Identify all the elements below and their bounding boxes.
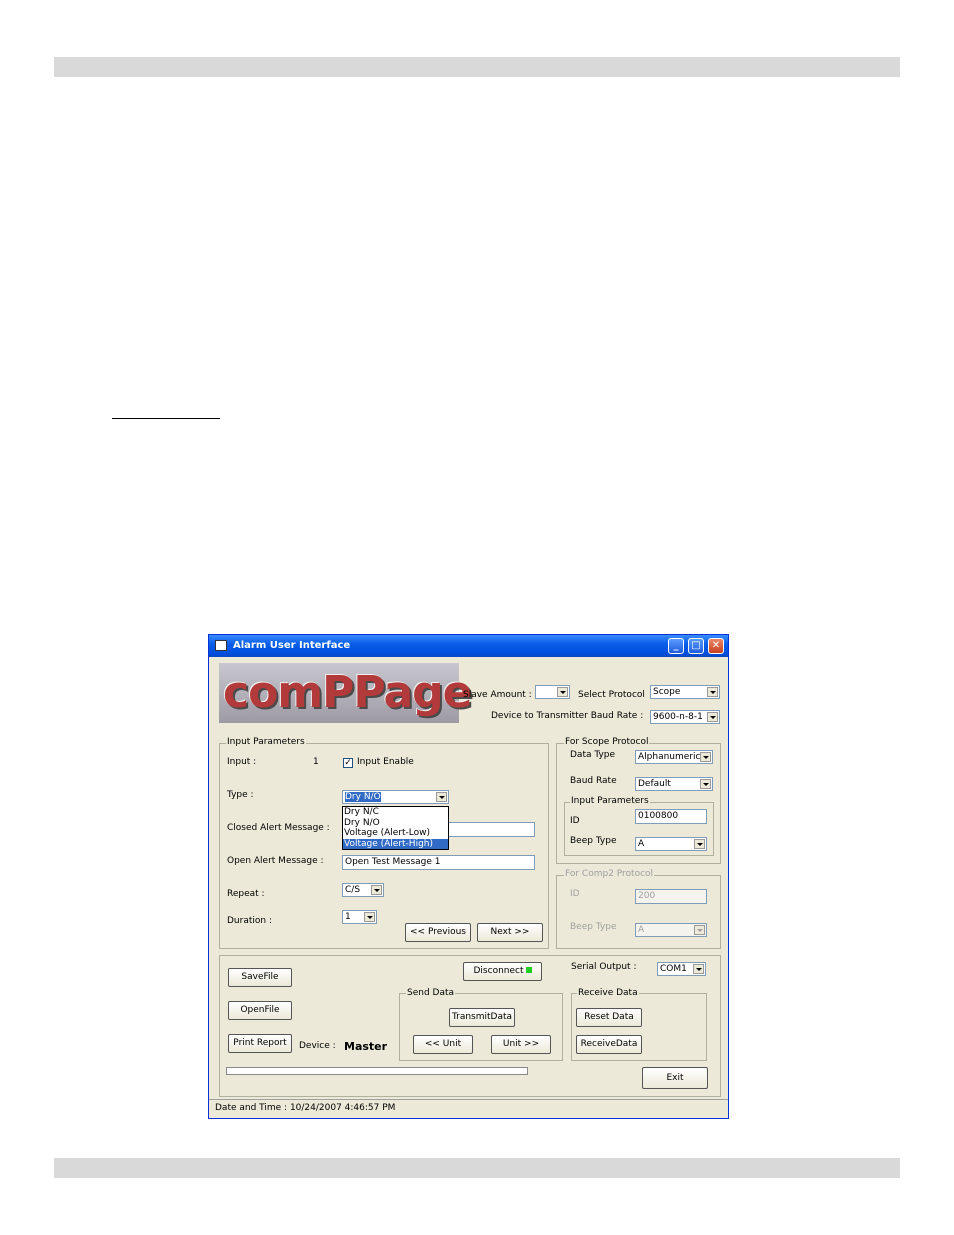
type-label: Type : bbox=[227, 790, 254, 800]
send-data-title: Send Data bbox=[406, 988, 456, 998]
disconnect-label: Disconnect bbox=[473, 966, 524, 976]
baud-rate-select[interactable]: 9600-n-8-1 bbox=[650, 710, 720, 724]
title-bar[interactable]: Alarm User Interface _ □ ✕ bbox=[209, 635, 728, 657]
receive-data-button[interactable]: ReceiveData bbox=[576, 1035, 642, 1054]
duration-select[interactable]: 1 bbox=[342, 910, 377, 924]
input-number: 1 bbox=[313, 757, 319, 767]
chevron-down-icon[interactable] bbox=[707, 687, 718, 697]
dropdown-option[interactable]: Dry N/C bbox=[343, 807, 448, 818]
chevron-down-icon[interactable] bbox=[694, 925, 705, 935]
alarm-user-interface-window: Alarm User Interface _ □ ✕ comPPage Slav… bbox=[208, 634, 729, 1119]
serial-output-select[interactable]: COM1 bbox=[657, 962, 706, 976]
print-report-button[interactable]: Print Report bbox=[228, 1034, 292, 1053]
chevron-down-icon[interactable] bbox=[436, 792, 447, 802]
data-type-select[interactable]: Alphanumeric bbox=[635, 750, 713, 764]
save-file-button[interactable]: SaveFile bbox=[228, 968, 292, 987]
chevron-down-icon[interactable] bbox=[700, 752, 711, 762]
duration-label: Duration : bbox=[227, 916, 272, 926]
chevron-down-icon[interactable] bbox=[364, 912, 375, 922]
exit-button[interactable]: Exit bbox=[642, 1067, 708, 1089]
type-select[interactable]: Dry N/O bbox=[342, 790, 449, 804]
comp2-beep-label: Beep Type bbox=[570, 922, 617, 932]
comp2-id-input[interactable]: 200 bbox=[635, 889, 707, 904]
open-file-button[interactable]: OpenFile bbox=[228, 1001, 292, 1020]
comp2-id-label: ID bbox=[570, 889, 580, 899]
protocol-select[interactable]: Scope bbox=[650, 685, 720, 699]
open-alert-input[interactable]: Open Test Message 1 bbox=[342, 855, 535, 870]
open-alert-label: Open Alert Message : bbox=[227, 856, 324, 866]
status-bar: Date and Time : 10/24/2007 4:46:57 PM bbox=[209, 1099, 728, 1118]
dropdown-option-selected[interactable]: Voltage (Alert-High) bbox=[343, 838, 448, 849]
minimize-button[interactable]: _ bbox=[668, 638, 684, 654]
next-button[interactable]: Next >> bbox=[477, 923, 543, 942]
dropdown-option[interactable]: Dry N/O bbox=[343, 818, 448, 829]
select-protocol-label: Select Protocol bbox=[578, 690, 645, 700]
page-header-bar bbox=[54, 57, 900, 77]
input-enable-checkbox[interactable]: ✓ bbox=[343, 758, 353, 768]
window-title: Alarm User Interface bbox=[233, 640, 351, 651]
reset-data-button[interactable]: Reset Data bbox=[576, 1008, 642, 1027]
input-label: Input : bbox=[227, 757, 257, 767]
connection-status-icon bbox=[525, 967, 532, 973]
slave-amount-label: Slave Amount : bbox=[463, 690, 532, 700]
scope-id-label: ID bbox=[570, 816, 580, 826]
unit-next-button[interactable]: Unit >> bbox=[491, 1035, 551, 1054]
scope-protocol-title: For Scope Protocol bbox=[564, 737, 650, 747]
disconnect-button[interactable]: Disconnect bbox=[463, 962, 542, 981]
maximize-button[interactable]: □ bbox=[688, 638, 704, 654]
scope-beep-select[interactable]: A bbox=[635, 837, 707, 851]
page-footer-bar bbox=[54, 1158, 900, 1178]
previous-button[interactable]: << Previous bbox=[405, 923, 471, 942]
input-parameters-title: Input Parameters bbox=[226, 737, 306, 747]
baud-rate-label: Device to Transmitter Baud Rate : bbox=[491, 711, 644, 721]
receive-data-title: Receive Data bbox=[577, 988, 639, 998]
comp2-protocol-title: For Comp2 Protocol bbox=[564, 869, 655, 879]
unit-previous-button[interactable]: << Unit bbox=[413, 1035, 473, 1054]
comp2-protocol-group bbox=[556, 875, 721, 949]
chevron-down-icon[interactable] bbox=[707, 712, 718, 722]
chevron-down-icon[interactable] bbox=[694, 839, 705, 849]
app-icon bbox=[215, 640, 227, 651]
comp2-beep-select[interactable]: A bbox=[635, 923, 707, 937]
slave-amount-select[interactable] bbox=[535, 685, 570, 699]
scope-baud-label: Baud Rate bbox=[570, 776, 617, 786]
input-enable-label: Input Enable bbox=[357, 757, 414, 767]
serial-output-label: Serial Output : bbox=[571, 962, 637, 972]
scope-id-input[interactable]: 0100800 bbox=[635, 809, 707, 824]
scope-input-parameters-title: Input Parameters bbox=[570, 796, 650, 806]
scope-beep-label: Beep Type bbox=[570, 836, 617, 846]
device-value: Master bbox=[344, 1040, 388, 1053]
transmit-data-button[interactable]: TransmitData bbox=[449, 1008, 515, 1027]
chevron-down-icon[interactable] bbox=[700, 779, 711, 789]
status-datetime: Date and Time : 10/24/2007 4:46:57 PM bbox=[215, 1103, 396, 1113]
chevron-down-icon[interactable] bbox=[557, 687, 568, 697]
chevron-down-icon[interactable] bbox=[693, 964, 704, 974]
repeat-select[interactable]: C/S bbox=[342, 883, 384, 897]
logo-text: comPPage bbox=[223, 667, 473, 718]
progress-bar bbox=[226, 1067, 528, 1075]
scope-baud-select[interactable]: Default bbox=[635, 777, 713, 791]
heading-underline bbox=[112, 418, 220, 419]
type-dropdown-list[interactable]: Dry N/C Dry N/O Voltage (Alert-Low) Volt… bbox=[342, 806, 449, 850]
comppage-logo: comPPage bbox=[219, 663, 473, 723]
dropdown-option[interactable]: Voltage (Alert-Low) bbox=[343, 828, 448, 839]
closed-alert-label: Closed Alert Message : bbox=[227, 823, 330, 833]
device-label: Device : bbox=[299, 1041, 336, 1051]
close-button[interactable]: ✕ bbox=[708, 638, 724, 654]
data-type-label: Data Type bbox=[570, 750, 616, 760]
chevron-down-icon[interactable] bbox=[371, 885, 382, 895]
repeat-label: Repeat : bbox=[227, 889, 265, 899]
